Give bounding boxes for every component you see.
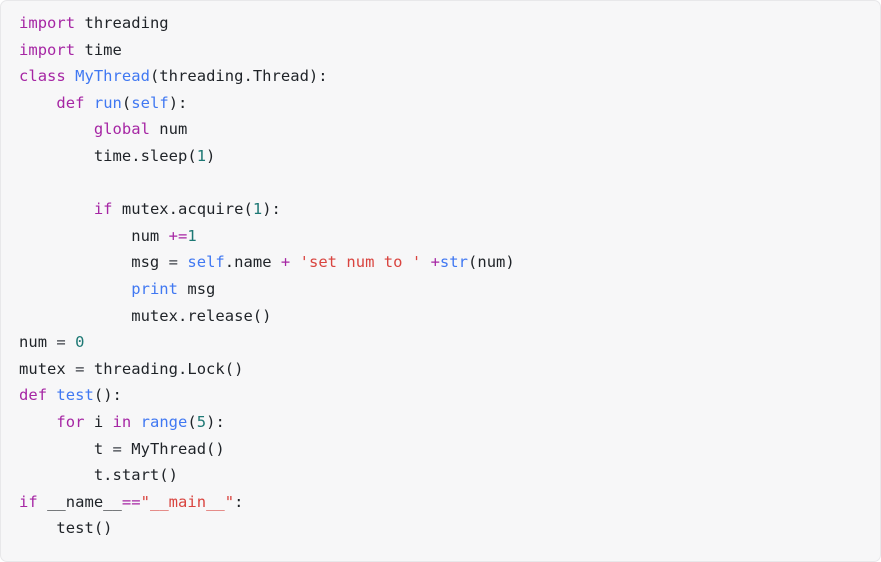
code-token-pln: mutex.release() bbox=[19, 306, 272, 325]
code-token-num: 5 bbox=[196, 412, 207, 431]
code-token-pln: threading.Lock() bbox=[84, 359, 244, 378]
code-line: test() bbox=[19, 515, 880, 542]
code-token-pln: .name bbox=[224, 253, 281, 272]
code-token-kw: import bbox=[19, 40, 76, 59]
code-token-pln bbox=[290, 253, 299, 271]
code-token-fn: range bbox=[140, 412, 188, 431]
code-token-fn: run bbox=[93, 93, 122, 112]
code-token-pln: mutex.acquire( bbox=[112, 200, 253, 219]
code-token-pln bbox=[421, 253, 430, 271]
code-token-pln bbox=[66, 333, 75, 351]
code-token-kw: for bbox=[56, 412, 85, 431]
code-token-pln: t.start() bbox=[19, 466, 178, 485]
code-token-pln: ) bbox=[206, 146, 216, 165]
code-token-fn: test bbox=[56, 386, 94, 405]
code-line: if __name__=="__main__": bbox=[19, 489, 880, 516]
code-token-pln: test() bbox=[19, 519, 113, 538]
code-line: for i in range(5): bbox=[19, 409, 880, 436]
code-line: ​ bbox=[19, 170, 880, 197]
code-line: def run(self): bbox=[19, 90, 880, 117]
code-token-pln: num bbox=[19, 226, 169, 245]
code-line: import threading bbox=[19, 10, 880, 37]
code-line: print msg bbox=[19, 276, 880, 303]
code-token-pln: MyThread() bbox=[121, 439, 225, 458]
code-line: mutex.release() bbox=[19, 303, 880, 330]
code-token-pln bbox=[19, 120, 94, 138]
code-token-kw: def bbox=[19, 386, 48, 405]
code-token-pln bbox=[178, 253, 187, 271]
code-token-pln: time bbox=[75, 40, 122, 59]
code-token-pln: threading bbox=[75, 14, 169, 32]
code-token-kw: global bbox=[93, 120, 150, 139]
code-token-pln: num bbox=[19, 333, 57, 352]
code-token-num: 1 bbox=[187, 226, 197, 245]
code-token-kw: in bbox=[112, 412, 132, 431]
code-token-fn: print bbox=[131, 279, 178, 298]
code-token-fn: self bbox=[131, 93, 169, 112]
code-token-num: 1 bbox=[252, 200, 263, 219]
code-token-pln bbox=[84, 94, 93, 112]
code-token-eq: = bbox=[168, 253, 178, 272]
code-token-pln: ): bbox=[168, 93, 188, 112]
code-token-pln: msg bbox=[19, 253, 169, 272]
code-token-kw: def bbox=[56, 93, 85, 112]
code-token-pln: i bbox=[84, 412, 113, 431]
code-token-pln bbox=[19, 280, 131, 298]
code-line: class MyThread(threading.Thread): bbox=[19, 63, 880, 90]
code-line: if mutex.acquire(1): bbox=[19, 196, 880, 223]
code-token-op: + bbox=[430, 253, 440, 272]
code-token-kw: import bbox=[19, 14, 76, 32]
code-token-kw: if bbox=[93, 200, 113, 219]
code-token-op: += bbox=[168, 226, 188, 245]
code-token-pln: : bbox=[234, 492, 244, 511]
code-token-pln: ): bbox=[262, 200, 281, 219]
code-line: num +=1 bbox=[19, 223, 880, 250]
code-token-kw: if bbox=[19, 492, 38, 511]
code-token-num: 1 bbox=[196, 146, 207, 165]
code-token-pln bbox=[19, 94, 56, 112]
code-token-pln: msg bbox=[178, 279, 216, 298]
code-line: time.sleep(1) bbox=[19, 143, 880, 170]
code-line: t.start() bbox=[19, 462, 880, 489]
code-line: import time bbox=[19, 37, 880, 64]
code-token-pln bbox=[131, 413, 140, 431]
code-token-pln: __name__ bbox=[37, 492, 122, 511]
code-token-eq: = bbox=[112, 439, 122, 458]
code-token-fn: MyThread bbox=[75, 67, 150, 86]
code-line: global num bbox=[19, 116, 880, 143]
code-line-list: import threading import time class MyThrea… bbox=[19, 10, 880, 542]
code-token-pln: mutex bbox=[19, 359, 76, 378]
code-token-pln bbox=[19, 413, 56, 431]
code-token-fn: str bbox=[439, 253, 468, 272]
code-line: num = 0 bbox=[19, 329, 880, 356]
code-token-pln: time.sleep( bbox=[19, 146, 197, 165]
code-line: mutex = threading.Lock() bbox=[19, 356, 880, 383]
code-token-eq: = bbox=[56, 333, 66, 352]
code-token-op: + bbox=[280, 253, 291, 272]
code-token-pln: (): bbox=[93, 386, 122, 405]
code-line: def test(): bbox=[19, 382, 880, 409]
code-token-pln: t bbox=[19, 439, 113, 458]
code-block[interactable]: import threading import time class MyThrea… bbox=[0, 0, 881, 562]
code-token-str: "__main__" bbox=[140, 492, 235, 511]
code-token-kw: class bbox=[19, 67, 66, 86]
code-token-str: 'set num to ' bbox=[299, 253, 422, 272]
code-token-pln: num bbox=[149, 120, 188, 139]
code-token-num: 0 bbox=[75, 333, 85, 352]
code-token-pln bbox=[66, 67, 75, 85]
code-token-fn: self bbox=[187, 253, 225, 272]
code-token-pln: ): bbox=[206, 412, 225, 431]
code-token-pln bbox=[19, 200, 94, 218]
code-token-pln: ( bbox=[187, 412, 197, 431]
code-line: msg = self.name + 'set num to ' +str(num… bbox=[19, 249, 880, 276]
code-token-pln: (num) bbox=[467, 253, 515, 272]
code-token-pln: ( bbox=[121, 93, 132, 112]
code-token-op: == bbox=[121, 492, 141, 511]
code-token-pln: (threading.Thread): bbox=[149, 67, 328, 86]
code-line: t = MyThread() bbox=[19, 436, 880, 463]
